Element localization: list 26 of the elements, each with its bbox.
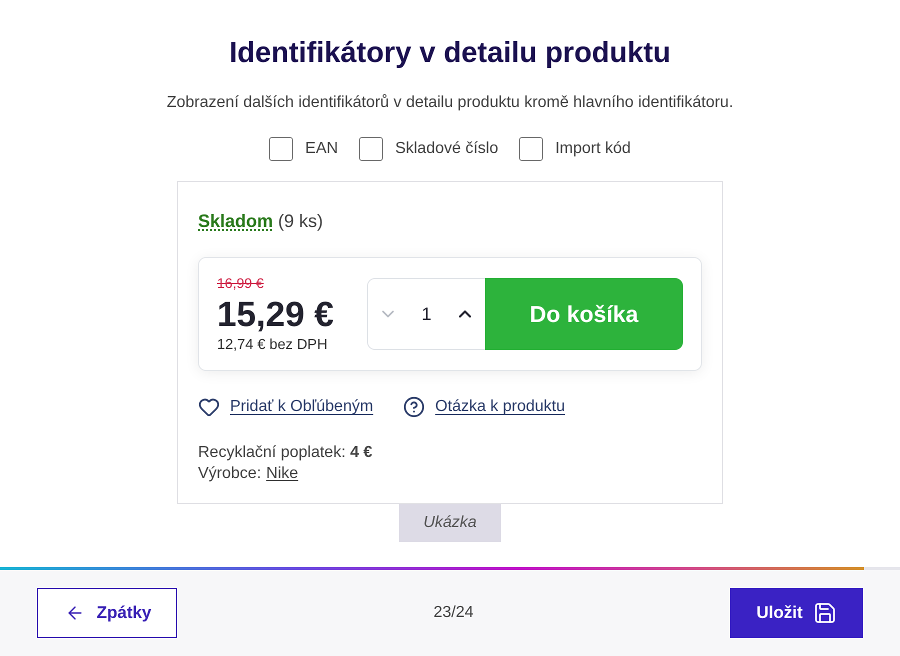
old-price: 16,99 € xyxy=(217,274,265,292)
step-counter: 23/24 xyxy=(433,603,474,623)
checkbox-label: Skladové číslo xyxy=(395,139,498,159)
page-description: Zobrazení dalších identifikátorů v detailu produktu kromě hlavního identifikátoru. xyxy=(166,93,734,113)
quantity-value[interactable]: 1 xyxy=(421,300,432,328)
heart-icon xyxy=(198,396,220,418)
save-button[interactable]: Uložit xyxy=(730,588,863,638)
checkbox[interactable] xyxy=(269,137,294,161)
checkbox[interactable] xyxy=(519,137,544,161)
product-link[interactable]: Pridať k Obľúbeným xyxy=(230,395,374,419)
preview-caption: Ukázka xyxy=(399,504,501,542)
recycling-fee: Recyklační poplatek: 4 € xyxy=(198,443,372,463)
checkbox-label: EAN xyxy=(305,139,338,159)
manufacturer-label: Výrobce: xyxy=(198,464,262,484)
current-price: 15,29 € xyxy=(217,296,334,334)
checkbox-label: Import kód xyxy=(555,139,631,159)
stock-status: Skladom xyxy=(198,210,274,233)
product-link[interactable]: Otázka k produktu xyxy=(435,395,566,419)
price-without-vat: 12,74 € bez DPH xyxy=(217,336,328,354)
save-icon xyxy=(812,601,837,625)
page-title: Identifikátory v detailu produktu xyxy=(229,36,671,71)
checkbox[interactable] xyxy=(359,137,384,161)
manufacturer-link[interactable]: Nike xyxy=(266,463,298,484)
stock-count: (9 ks) xyxy=(278,210,324,233)
help-icon xyxy=(403,396,426,418)
back-button[interactable]: Zpátky xyxy=(37,588,177,638)
